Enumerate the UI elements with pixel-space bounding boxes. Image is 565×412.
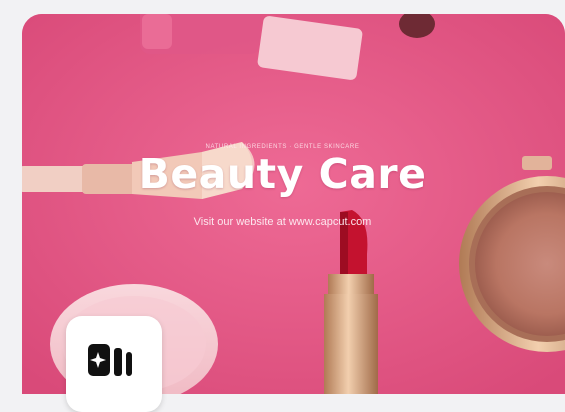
- template-app-badge[interactable]: [66, 316, 162, 412]
- capcut-template-icon: [88, 344, 132, 376]
- template-caption: Visit our website at www.capcut.com: [193, 216, 372, 228]
- template-title: Beauty Care: [138, 150, 427, 198]
